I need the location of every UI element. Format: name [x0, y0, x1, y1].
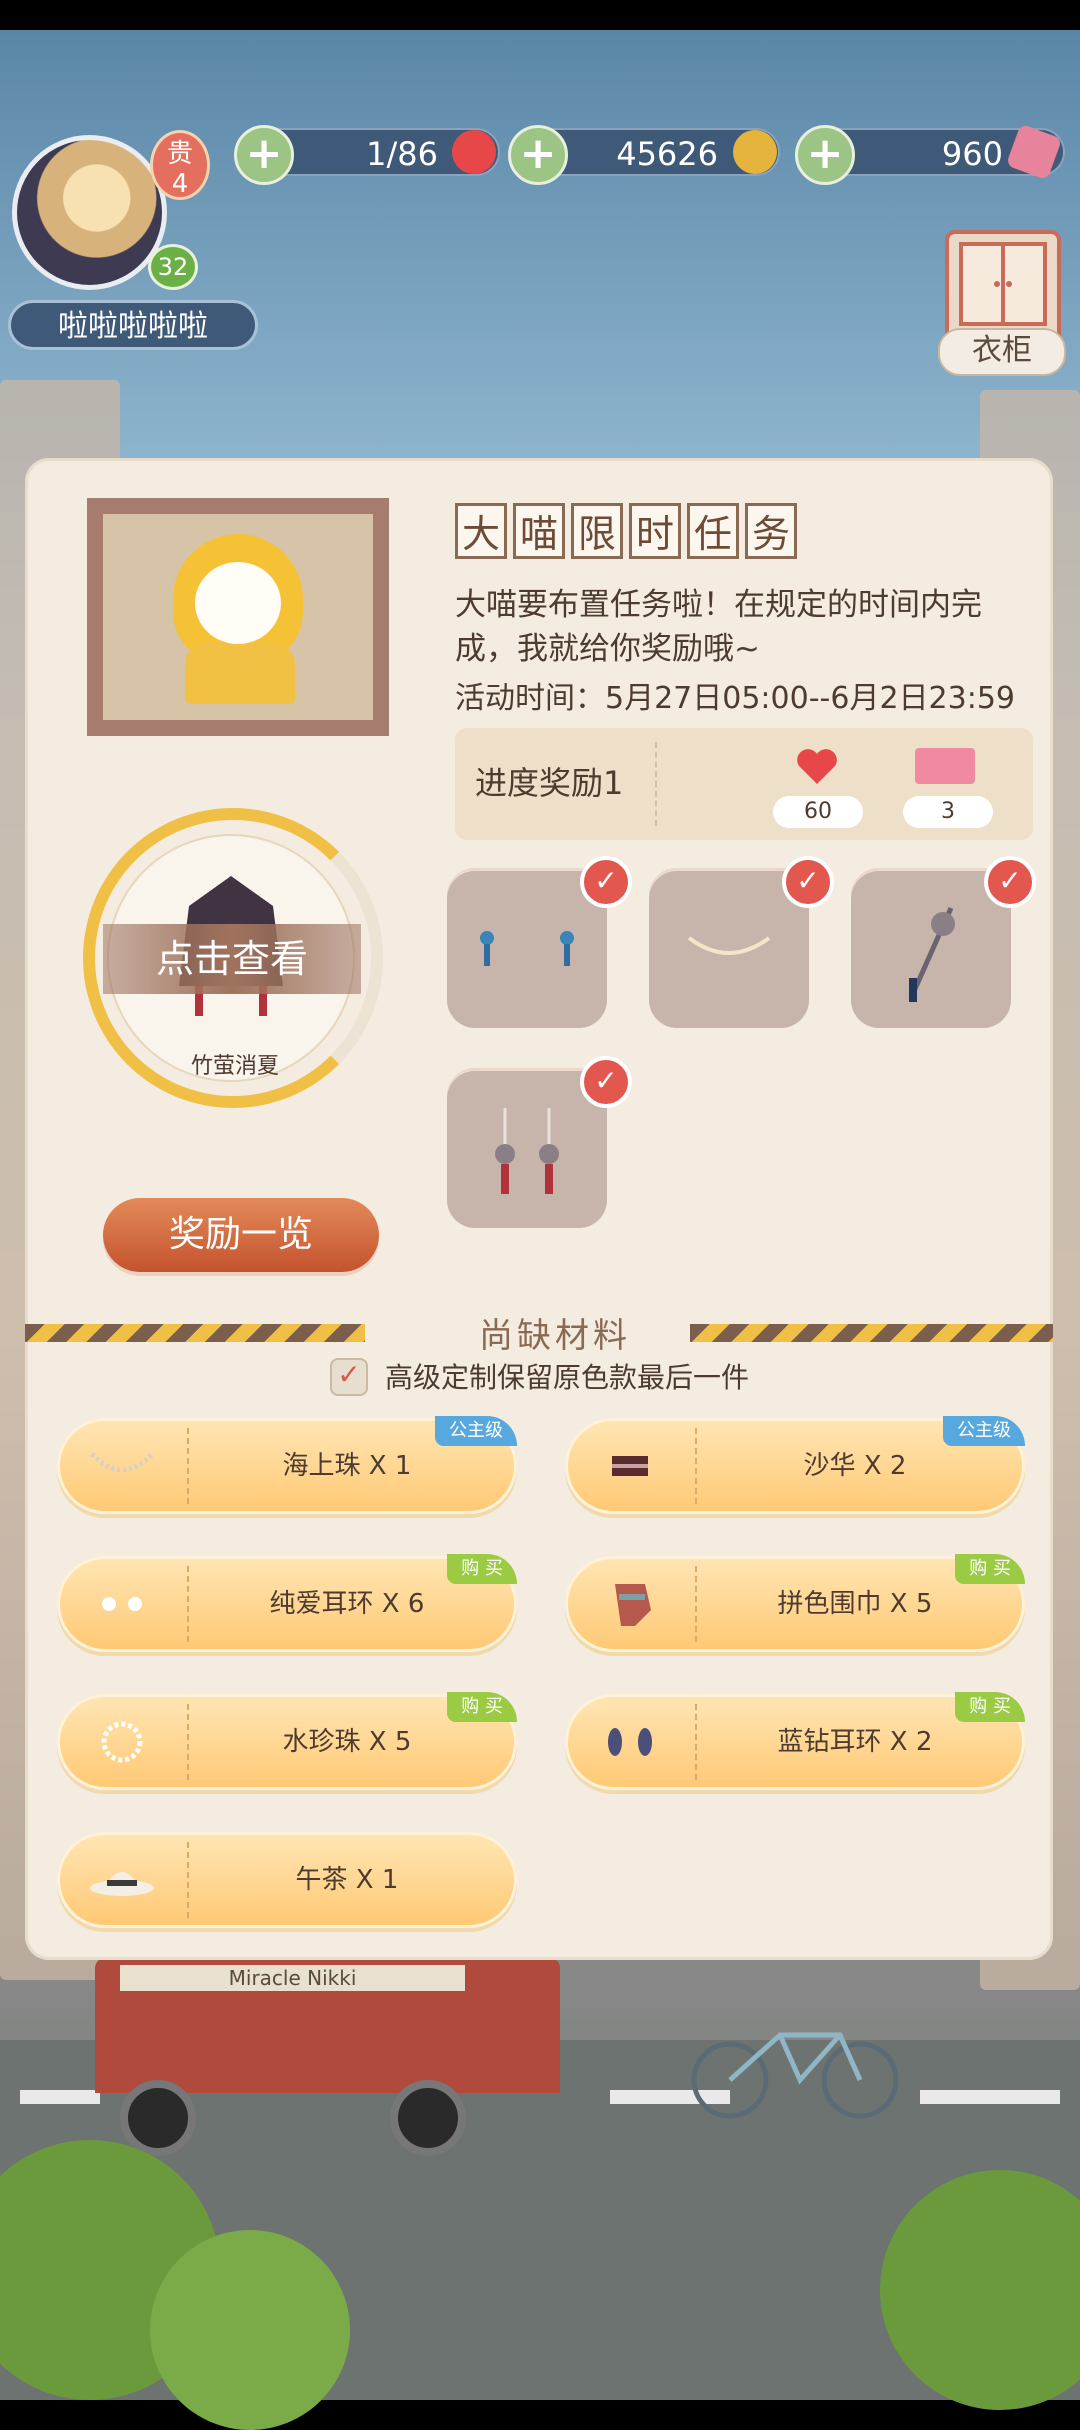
- outfit-name: 竹萤消夏: [190, 1054, 279, 1079]
- bush: [150, 2230, 350, 2430]
- title-char: 大: [455, 503, 507, 559]
- add-gold-button[interactable]: +: [508, 125, 568, 185]
- buy-tag[interactable]: 购 买: [955, 1554, 1025, 1584]
- gold-value: 45626: [616, 135, 718, 173]
- vip-label: 贵: [166, 139, 193, 169]
- player-avatar[interactable]: [12, 135, 167, 290]
- earring-icon: [102, 1597, 142, 1611]
- reward-list-button[interactable]: 奖励一览: [103, 1198, 379, 1272]
- title-char: 务: [745, 503, 797, 559]
- hat-icon: [90, 1872, 154, 1896]
- task-description: 大喵要布置任务啦！在规定的时间内完成，我就给你奖励哦~: [455, 587, 982, 667]
- item-collected-check: ✓: [580, 856, 632, 908]
- heart-icon: [795, 746, 839, 790]
- hazard-stripe: [25, 1324, 365, 1342]
- keep-original-label: 高级定制保留原色款最后一件: [385, 1361, 750, 1394]
- item-collected-check: ✓: [782, 856, 834, 908]
- item-collected-check: ✓: [984, 856, 1036, 908]
- material-color-scarf[interactable]: 拼色围巾 X 5 购 买: [565, 1554, 1025, 1652]
- divider: [187, 1566, 189, 1642]
- pearl-necklace-icon: [90, 1452, 154, 1473]
- event-time: 活动时间：5月27日05:00--6月2日23:59: [455, 681, 1015, 716]
- progress-reward-label: 进度奖励1: [475, 764, 624, 802]
- drop-earring-icon: [608, 1728, 652, 1756]
- buy-tag[interactable]: 购 买: [955, 1692, 1025, 1722]
- limited-task-panel: 大 喵 限 时 任 务 大喵要布置任务啦！在规定的时间内完成，我就给你奖励哦~ …: [25, 458, 1053, 1960]
- hazard-stripe: [690, 1324, 1053, 1342]
- heart-icon: [452, 130, 496, 174]
- reward-count-hearts: 60: [773, 796, 863, 828]
- bus-wheel: [120, 2080, 196, 2156]
- bicycle: [690, 2010, 900, 2120]
- vip-level: 4: [171, 169, 189, 199]
- rarity-tag: 公主级: [435, 1416, 517, 1446]
- buy-tag[interactable]: 购 买: [447, 1554, 517, 1584]
- reward-count-tickets: 3: [903, 796, 993, 828]
- material-pearl[interactable]: 海上珠 X 1 公主级: [57, 1416, 517, 1514]
- title-char: 时: [629, 503, 681, 559]
- divider: [187, 1842, 189, 1918]
- add-diamond-button[interactable]: +: [795, 125, 855, 185]
- wardrobe-button[interactable]: 衣柜: [938, 328, 1066, 376]
- lacking-materials-title: 尚缺材料: [479, 1316, 631, 1356]
- divider: [695, 1428, 697, 1504]
- cat-portrait: [87, 498, 389, 736]
- cat-cloak: [185, 644, 295, 704]
- player-level-badge: 32: [148, 244, 198, 290]
- item-collected-check: ✓: [580, 1056, 632, 1108]
- material-blue-diamond-earring[interactable]: 蓝钻耳环 X 2 购 买: [565, 1692, 1025, 1790]
- material-label: 午茶 X 1: [295, 1865, 399, 1895]
- material-pure-love-earring[interactable]: 纯爱耳环 X 6 购 买: [57, 1554, 517, 1652]
- keep-original-checkbox[interactable]: ✓: [330, 1358, 368, 1396]
- buy-tag[interactable]: 购 买: [447, 1692, 517, 1722]
- title-char: 限: [571, 503, 623, 559]
- material-water-pearl[interactable]: 水珍珠 X 5 购 买: [57, 1692, 517, 1790]
- divider: [187, 1428, 189, 1504]
- divider: [187, 1704, 189, 1780]
- progress-reward-box[interactable]: 进度奖励1 60 3: [455, 728, 1033, 840]
- player-name[interactable]: 啦啦啦啦啦: [8, 300, 258, 350]
- material-shahua[interactable]: 沙华 X 2 公主级: [565, 1416, 1025, 1514]
- bracelet-icon: [101, 1721, 143, 1763]
- fabric-icon: [612, 1456, 648, 1476]
- ticket-icon: [915, 748, 975, 784]
- rarity-tag: 公主级: [943, 1416, 1025, 1446]
- title-char: 任: [687, 503, 739, 559]
- cat-face: [195, 562, 281, 644]
- add-stamina-button[interactable]: +: [234, 125, 294, 185]
- coin-icon: [733, 130, 777, 174]
- lane-mark: [20, 2090, 100, 2104]
- divider: [655, 742, 657, 826]
- divider: [695, 1704, 697, 1780]
- panel-title: 大 喵 限 时 任 务: [455, 503, 797, 565]
- stamina-value: 1/86: [366, 135, 438, 173]
- lane-mark: [920, 2090, 1060, 2104]
- vip-badge[interactable]: 贵 4: [150, 130, 210, 200]
- diamond-value: 960: [941, 135, 1003, 173]
- bus-wheel: [390, 2080, 466, 2156]
- bus-sign: Miracle Nikki: [120, 1965, 465, 1991]
- material-afternoon-tea[interactable]: 午茶 X 1: [57, 1832, 517, 1928]
- scarf-icon: [615, 1584, 651, 1626]
- divider: [695, 1566, 697, 1642]
- title-char: 喵: [513, 503, 565, 559]
- view-outfit-button[interactable]: 点击查看: [103, 924, 361, 994]
